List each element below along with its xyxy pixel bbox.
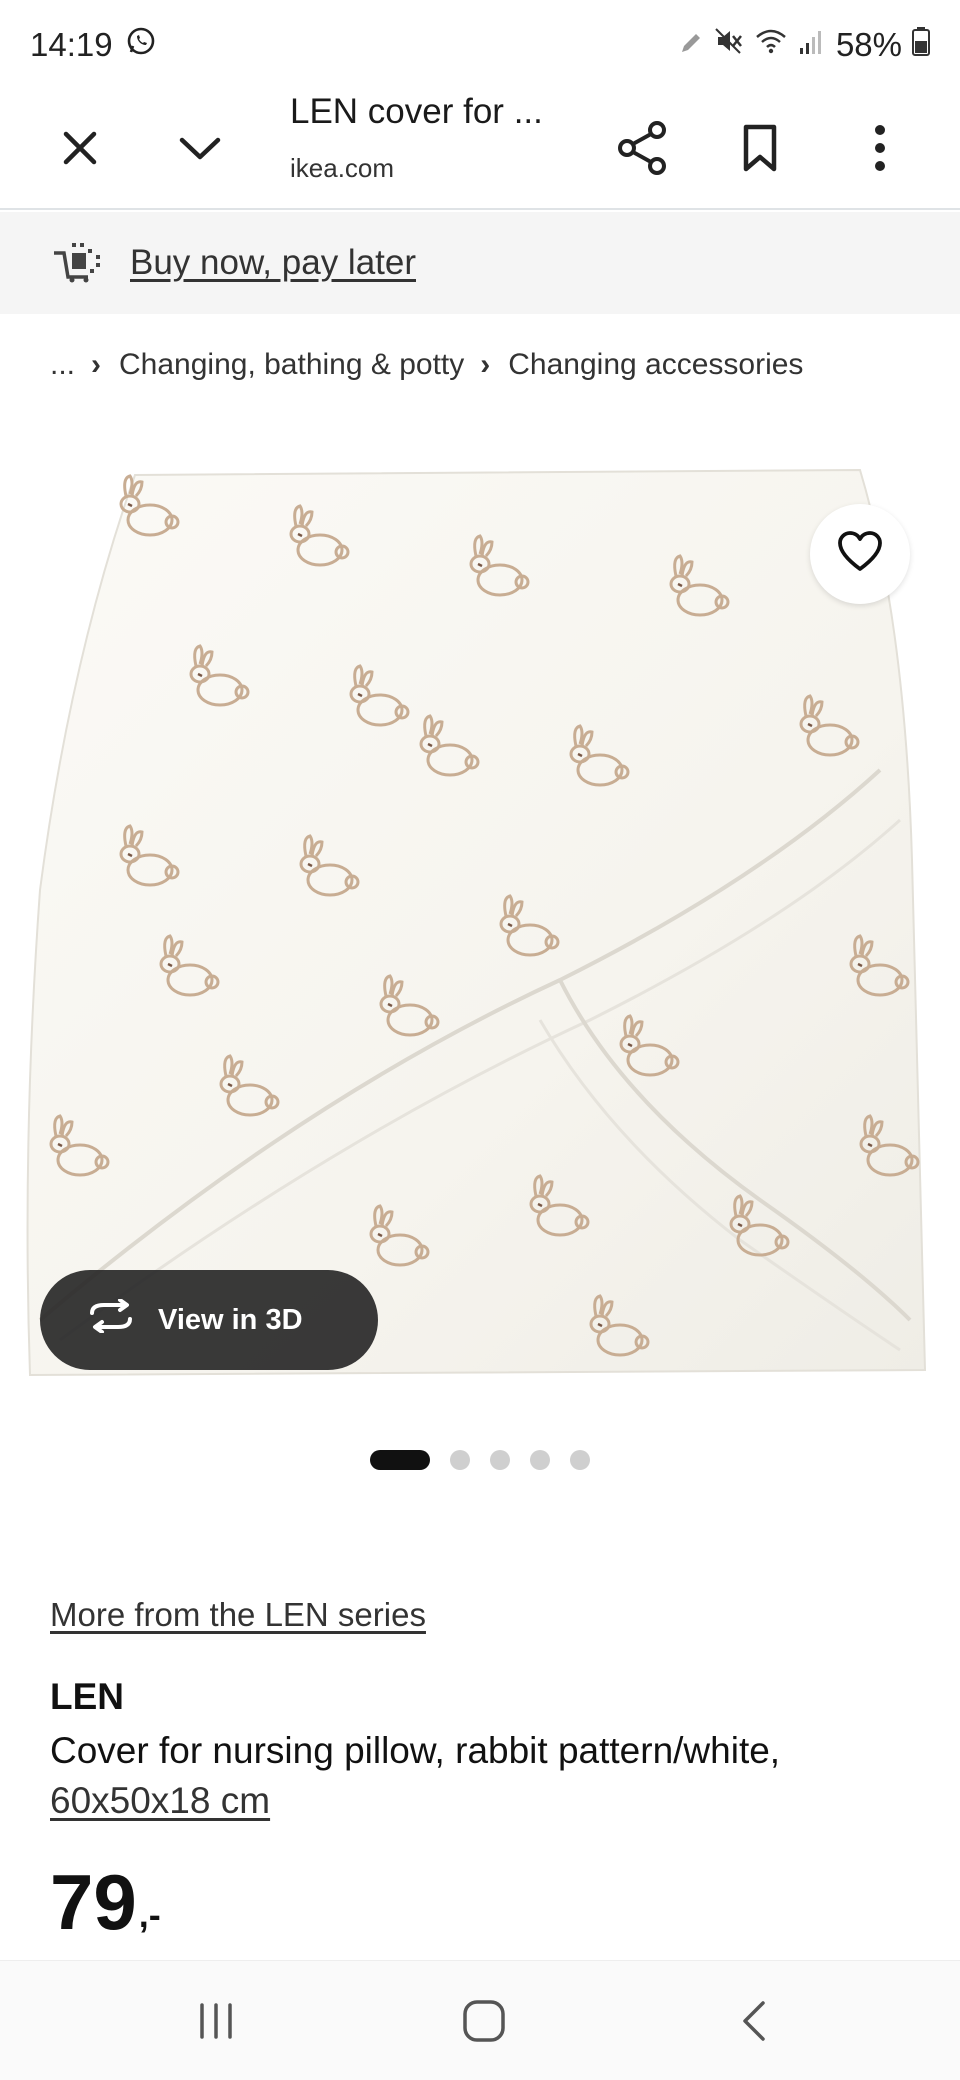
breadcrumb: ... › Changing, bathing & potty › Changi… xyxy=(50,348,803,382)
tab-title[interactable]: LEN cover for ... xyxy=(290,92,543,132)
carousel-dot[interactable] xyxy=(570,1450,590,1470)
product-price: 79 ,- xyxy=(50,1862,161,1942)
product-description: Cover for nursing pillow, rabbit pattern… xyxy=(50,1726,930,1826)
view-in-3d-button[interactable]: View in 3D xyxy=(40,1270,378,1370)
breadcrumb-ellipsis[interactable]: ... xyxy=(50,348,75,382)
favorite-button[interactable] xyxy=(810,504,910,604)
status-bar: 14:19 58% xyxy=(0,0,960,90)
system-navigation-bar xyxy=(0,1960,960,2080)
more-vert-icon[interactable] xyxy=(850,110,910,186)
chevron-right-icon: › xyxy=(480,348,491,381)
whatsapp-icon xyxy=(125,25,157,65)
wifi-icon xyxy=(754,26,788,64)
buy-now-pay-later-link[interactable]: Buy now, pay later xyxy=(130,243,416,283)
carousel-dot-active[interactable] xyxy=(370,1450,430,1470)
recent-apps-icon[interactable] xyxy=(176,1989,256,2053)
product-measurement-link[interactable]: 60x50x18 cm xyxy=(50,1780,270,1821)
promo-banner: Buy now, pay later xyxy=(0,212,960,314)
battery-percent: 58% xyxy=(835,26,902,63)
product-name: LEN xyxy=(50,1676,124,1717)
heart-icon xyxy=(837,530,883,578)
bookmark-icon[interactable] xyxy=(730,110,790,186)
product-photo xyxy=(26,468,927,1377)
pen-icon xyxy=(678,26,704,64)
series-link[interactable]: More from the LEN series xyxy=(50,1596,426,1634)
battery-icon xyxy=(912,26,930,64)
status-right: 58% xyxy=(678,26,930,64)
chevron-down-icon[interactable] xyxy=(170,118,230,178)
signal-icon xyxy=(798,26,826,64)
share-icon[interactable] xyxy=(610,110,674,186)
tab-domain[interactable]: ikea.com xyxy=(290,153,394,184)
carousel-dot[interactable] xyxy=(450,1450,470,1470)
status-left: 14:19 xyxy=(30,25,157,65)
breadcrumb-item-changing-bathing[interactable]: Changing, bathing & potty xyxy=(119,348,464,382)
carousel-dot[interactable] xyxy=(530,1450,550,1470)
carousel-indicator xyxy=(370,1450,590,1470)
price-integer: 79 xyxy=(50,1858,137,1946)
mute-icon xyxy=(714,26,744,64)
home-icon[interactable] xyxy=(444,1989,524,2053)
product-image[interactable] xyxy=(0,440,960,1410)
price-decimal: ,- xyxy=(138,1894,161,1935)
status-time: 14:19 xyxy=(30,26,113,63)
close-icon[interactable] xyxy=(50,118,110,178)
product-description-text: Cover for nursing pillow, rabbit pattern… xyxy=(50,1730,781,1771)
carousel-dot[interactable] xyxy=(490,1450,510,1470)
breadcrumb-item-changing-accessories[interactable]: Changing accessories xyxy=(508,348,803,382)
chevron-right-icon: › xyxy=(91,348,102,381)
view-in-3d-label: View in 3D xyxy=(158,1303,303,1336)
cart-installment-icon xyxy=(52,239,106,288)
rotate-3d-icon xyxy=(84,1298,138,1341)
back-icon[interactable] xyxy=(714,1989,794,2053)
